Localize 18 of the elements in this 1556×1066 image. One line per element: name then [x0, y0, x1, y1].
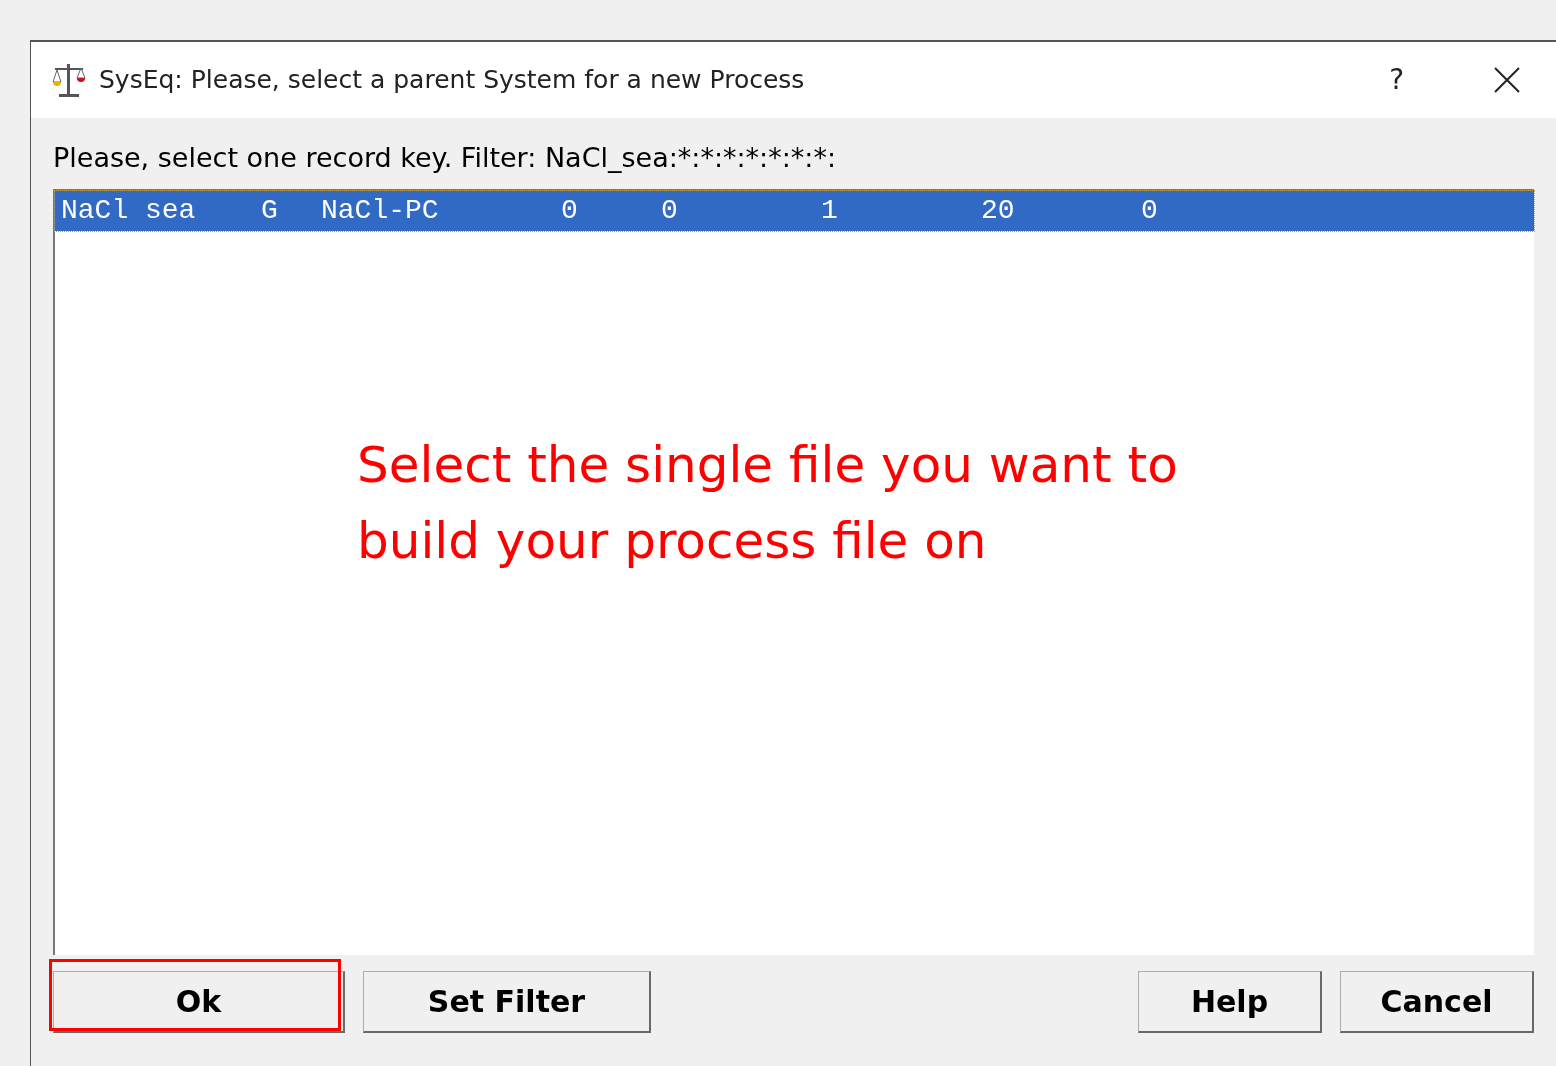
- annotation-text: Select the single file you want to build your process file on: [357, 435, 1179, 572]
- help-button[interactable]: Help: [1138, 971, 1322, 1033]
- window-title: SysEq: Please, select a parent System for a new Process: [99, 64, 805, 97]
- record-cell-text: 1: [821, 194, 839, 228]
- record-cell-text: 0: [661, 194, 679, 228]
- set-filter-button[interactable]: Set Filter: [363, 971, 651, 1033]
- cancel-button[interactable]: Cancel: [1340, 971, 1534, 1033]
- record-cell-text: G: [261, 194, 279, 228]
- close-icon[interactable]: [1494, 67, 1520, 93]
- record-cell-text: 0: [1141, 194, 1159, 228]
- record-row[interactable]: NaCl sea G NaCl-PC 0 0 1 20 0: [55, 191, 1534, 231]
- record-cell-text: 20: [981, 194, 1016, 228]
- record-cell-text: NaCl sea: [61, 194, 197, 228]
- prompt-text: Please, select one record key. Filter: NaCl_sea:*:*:*:*:*:*:*:: [53, 144, 837, 171]
- ok-button[interactable]: Ok: [53, 971, 345, 1033]
- record-cell-text: NaCl-PC: [321, 194, 440, 228]
- help-title-button[interactable]: ?: [1389, 59, 1404, 101]
- record-cell-text: 0: [561, 194, 579, 228]
